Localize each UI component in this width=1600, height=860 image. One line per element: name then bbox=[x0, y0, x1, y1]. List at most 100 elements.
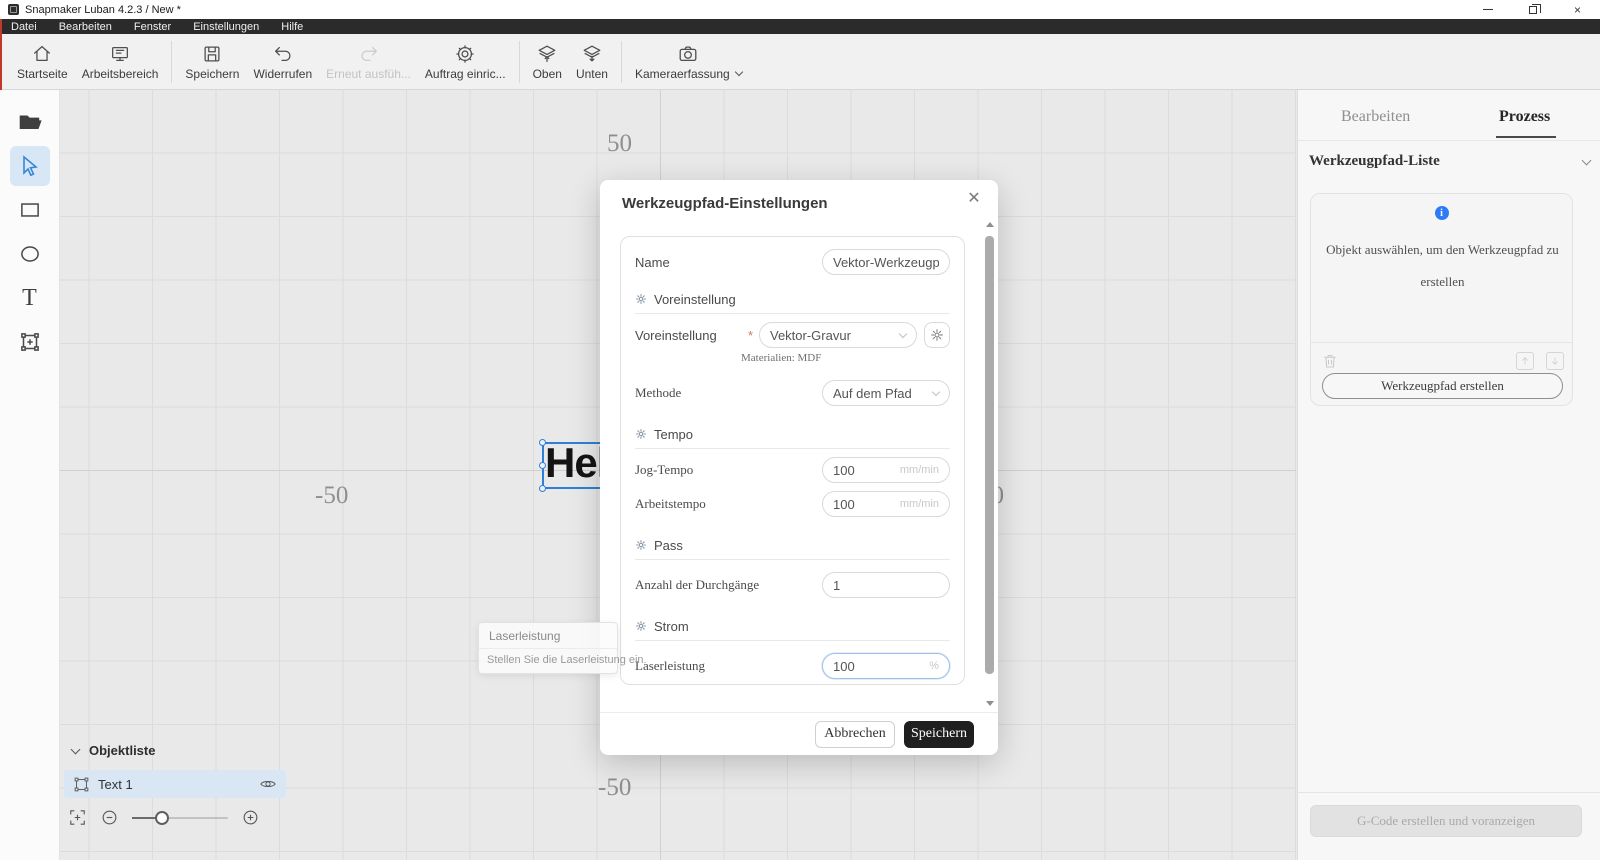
generate-gcode-button[interactable]: G-Code erstellen und voranzeigen bbox=[1310, 805, 1582, 837]
home-icon bbox=[31, 43, 53, 65]
dialog-body: Name Voreinstellung Voreinstellung * bbox=[600, 216, 980, 712]
selection-handle[interactable] bbox=[539, 439, 546, 446]
zoom-out-icon[interactable] bbox=[100, 808, 119, 827]
panel-divider bbox=[1298, 792, 1600, 793]
work-speed-unit: mm/min bbox=[900, 498, 939, 510]
minimize-icon bbox=[1483, 9, 1493, 10]
toolbar-kameraerfassung[interactable]: Kameraerfassung bbox=[628, 36, 749, 88]
toolpath-list-header[interactable]: Werkzeugpfad-Liste bbox=[1309, 153, 1590, 170]
toolbar-speichern[interactable]: Speichern bbox=[178, 36, 246, 88]
toolbar-auftrag-einrichten[interactable]: Auftrag einric... bbox=[418, 36, 513, 88]
jog-speed-input[interactable] bbox=[833, 463, 900, 478]
jog-speed-label: Jog-Tempo bbox=[635, 462, 693, 478]
laser-power-unit: % bbox=[929, 660, 939, 672]
tool-ellipse[interactable] bbox=[10, 234, 50, 274]
tooltip-body: Stellen Sie die Laserleistung ein. bbox=[479, 649, 617, 673]
tab-prozess[interactable]: Prozess bbox=[1499, 108, 1550, 126]
tool-rectangle[interactable] bbox=[10, 190, 50, 230]
passes-input[interactable] bbox=[833, 578, 939, 593]
rectangle-icon bbox=[17, 197, 43, 223]
tab-bearbeiten[interactable]: Bearbeiten bbox=[1341, 108, 1410, 126]
close-icon: × bbox=[1574, 3, 1581, 17]
cancel-button[interactable]: Abbrechen bbox=[815, 721, 895, 748]
name-row: Name bbox=[635, 245, 950, 279]
zoom-slider-handle[interactable] bbox=[155, 811, 169, 825]
gear-icon bbox=[930, 328, 944, 342]
preset-settings-button[interactable] bbox=[924, 322, 950, 348]
object-list-item-text1[interactable]: Text 1 bbox=[64, 770, 286, 798]
menu-datei[interactable]: Datei bbox=[0, 19, 48, 34]
tool-text[interactable]: T bbox=[10, 278, 50, 318]
zoom-in-icon[interactable] bbox=[241, 808, 260, 827]
redo-icon bbox=[358, 43, 380, 65]
name-input-wrap bbox=[822, 249, 950, 275]
passes-row: Anzahl der Durchgänge bbox=[635, 568, 950, 602]
title-bar: Snapmaker Luban 4.2.3 / New * × bbox=[0, 0, 1600, 19]
settings-form: Name Voreinstellung Voreinstellung * bbox=[620, 236, 965, 685]
toolbar-separator bbox=[171, 41, 172, 83]
create-toolpath-button[interactable]: Werkzeugpfad erstellen bbox=[1322, 373, 1563, 399]
scroll-up-icon[interactable] bbox=[986, 222, 994, 227]
work-speed-input[interactable] bbox=[833, 497, 900, 512]
menu-einstellungen[interactable]: Einstellungen bbox=[182, 19, 270, 34]
trash-icon[interactable] bbox=[1321, 352, 1339, 370]
selection-handle[interactable] bbox=[539, 485, 546, 492]
toolbar-widerrufen[interactable]: Widerrufen bbox=[246, 36, 319, 88]
layers-down-icon bbox=[581, 43, 603, 65]
eye-icon[interactable] bbox=[259, 775, 277, 793]
dialog-close-icon[interactable]: ✕ bbox=[964, 188, 984, 208]
object-bounds-icon bbox=[73, 776, 90, 793]
fit-view-icon[interactable] bbox=[68, 808, 87, 827]
tool-select[interactable] bbox=[10, 146, 50, 186]
axis-label-left: -50 bbox=[315, 482, 348, 510]
close-button[interactable]: × bbox=[1555, 0, 1600, 19]
menu-fenster[interactable]: Fenster bbox=[123, 19, 182, 34]
zoom-slider[interactable] bbox=[132, 811, 228, 825]
laser-power-input[interactable] bbox=[833, 659, 929, 674]
toolbar-separator bbox=[519, 41, 520, 83]
method-label: Methode bbox=[635, 385, 681, 401]
minimize-button[interactable] bbox=[1465, 0, 1510, 19]
move-down-button[interactable] bbox=[1546, 352, 1564, 370]
toolbar-arbeitsbereich[interactable]: Arbeitsbereich bbox=[75, 36, 166, 88]
gear-icon bbox=[635, 293, 647, 305]
save-button[interactable]: Speichern bbox=[904, 721, 974, 748]
maximize-button[interactable] bbox=[1510, 0, 1555, 19]
pass-section-header: Pass bbox=[635, 531, 950, 559]
app-icon bbox=[8, 4, 19, 15]
method-select[interactable]: Auf dem Pfad bbox=[822, 380, 950, 406]
window-title: Snapmaker Luban 4.2.3 / New * bbox=[25, 4, 181, 16]
active-tab-underline bbox=[1496, 136, 1556, 138]
toolbar-erneut-ausfuehren[interactable]: Erneut ausfüh... bbox=[319, 36, 418, 88]
app-window: Snapmaker Luban 4.2.3 / New * × Datei Be… bbox=[0, 0, 1600, 860]
speed-section-header: Tempo bbox=[635, 420, 950, 448]
camera-icon bbox=[677, 43, 699, 65]
move-up-button[interactable] bbox=[1516, 352, 1534, 370]
name-input[interactable] bbox=[833, 255, 939, 270]
gear-icon bbox=[454, 43, 476, 65]
preset-select[interactable]: Vektor-Gravur bbox=[759, 322, 917, 348]
dialog-footer: Abbrechen Speichern bbox=[600, 712, 998, 755]
main-toolbar: Startseite Arbeitsbereich Speichern Wide… bbox=[0, 34, 1600, 90]
toolbar-unten[interactable]: Unten bbox=[569, 36, 615, 88]
scrollbar-thumb[interactable] bbox=[985, 236, 994, 674]
chevron-down-icon bbox=[71, 744, 81, 754]
scroll-down-icon[interactable] bbox=[986, 701, 994, 706]
menu-hilfe[interactable]: Hilfe bbox=[270, 19, 314, 34]
tool-transform[interactable] bbox=[10, 322, 50, 362]
dialog-scrollbar[interactable] bbox=[983, 218, 996, 710]
window-accent-edge bbox=[0, 19, 2, 90]
object-list-header[interactable]: Objektliste bbox=[64, 743, 294, 758]
preset-label: Voreinstellung bbox=[635, 328, 717, 343]
folder-icon bbox=[17, 109, 43, 135]
axis-label-bottom: -50 bbox=[598, 774, 631, 802]
toolbar-startseite[interactable]: Startseite bbox=[10, 36, 75, 88]
axis-label-top: 50 bbox=[607, 130, 632, 158]
chevron-down-icon bbox=[932, 387, 940, 395]
tool-open-file[interactable] bbox=[10, 102, 50, 142]
menu-bearbeiten[interactable]: Bearbeiten bbox=[48, 19, 123, 34]
chevron-down-icon bbox=[734, 68, 742, 76]
laser-power-input-wrap: % bbox=[822, 653, 950, 679]
toolbar-oben[interactable]: Oben bbox=[526, 36, 569, 88]
selection-handle[interactable] bbox=[539, 462, 546, 469]
